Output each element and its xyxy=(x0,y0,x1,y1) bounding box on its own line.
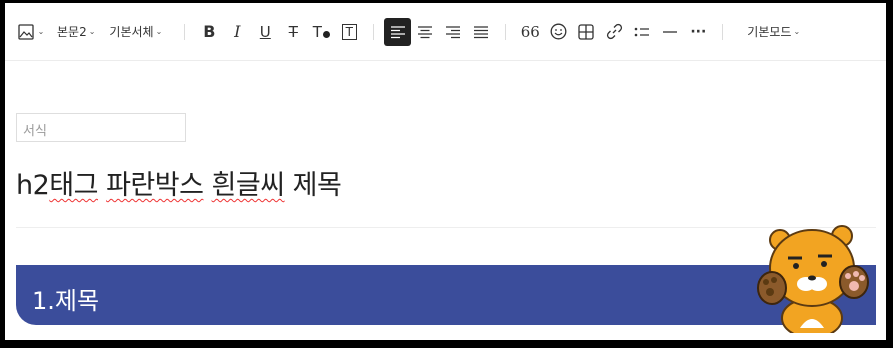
table-button[interactable] xyxy=(572,18,600,46)
heading-text[interactable]: h2태그 파란박스 흰글씨 제목 xyxy=(16,163,342,202)
link-icon xyxy=(606,23,622,40)
font-family-dropdown[interactable]: 기본서체 ⌄ xyxy=(109,18,162,46)
heading-prefix: h2 xyxy=(16,170,50,201)
lion-character-sticker xyxy=(757,225,869,333)
text-color-button[interactable]: T xyxy=(307,18,335,46)
editor-mode-label: 기본모드 xyxy=(747,25,792,39)
chevron-down-icon: ⌄ xyxy=(37,27,45,36)
chevron-down-icon: ⌄ xyxy=(88,27,96,36)
editor-toolbar: ⌄ 본문2 ⌄ 기본서체 ⌄ B I U T T T 66 ··· 기본모드 ⌄ xyxy=(5,3,886,61)
toolbar-divider xyxy=(373,23,375,40)
smiley-icon xyxy=(550,23,567,40)
chevron-down-icon: ⌄ xyxy=(155,27,163,36)
bullet-list-icon xyxy=(634,27,650,36)
quote-button[interactable]: 66 xyxy=(516,18,544,46)
align-center-button[interactable] xyxy=(411,18,439,46)
heading-word: 제목 xyxy=(292,170,342,201)
heading-word: 태그 xyxy=(49,170,98,201)
align-right-icon xyxy=(446,25,461,38)
blue-title-box[interactable]: 1.제목 xyxy=(16,265,876,325)
emoji-button[interactable] xyxy=(544,18,572,46)
paragraph-style-label: 본문2 xyxy=(57,25,87,39)
list-button[interactable] xyxy=(628,18,656,46)
paragraph-style-dropdown[interactable]: 본문2 ⌄ xyxy=(57,18,95,46)
bold-button[interactable]: B xyxy=(195,18,223,46)
toolbar-divider xyxy=(722,23,724,40)
align-left-icon xyxy=(390,25,405,38)
more-button[interactable]: ··· xyxy=(684,18,712,46)
text-color-label: T xyxy=(312,22,322,41)
blue-box-title: 1.제목 xyxy=(32,287,100,315)
heading-word: 파란박스 xyxy=(106,170,204,201)
chevron-down-icon: ⌄ xyxy=(793,27,801,36)
align-justify-button[interactable] xyxy=(467,18,495,46)
underline-button[interactable]: U xyxy=(251,18,279,46)
editor-panel: ⌄ 본문2 ⌄ 기본서체 ⌄ B I U T T T 66 ··· 기본모드 ⌄… xyxy=(5,3,886,340)
link-button[interactable] xyxy=(600,18,628,46)
table-icon xyxy=(578,23,594,40)
window-frame: ⌄ 본문2 ⌄ 기본서체 ⌄ B I U T T T 66 ··· 기본모드 ⌄… xyxy=(0,0,893,348)
image-icon xyxy=(17,23,34,40)
text-background-label: T xyxy=(341,23,357,40)
strikethrough-button[interactable]: T xyxy=(279,18,307,46)
heading-word: 흰글씨 xyxy=(211,170,286,201)
horizontal-line-button[interactable] xyxy=(656,18,684,46)
color-dot-icon xyxy=(322,31,330,38)
format-input[interactable]: 서식 xyxy=(16,113,186,142)
align-justify-icon xyxy=(474,25,489,38)
align-left-button[interactable] xyxy=(384,17,412,46)
editor-mode-dropdown[interactable]: 기본모드 ⌄ xyxy=(747,18,800,46)
section-divider xyxy=(16,227,876,228)
insert-image-button[interactable]: ⌄ xyxy=(17,18,45,46)
horizontal-rule-icon xyxy=(663,30,678,33)
toolbar-divider xyxy=(505,23,507,40)
toolbar-divider xyxy=(184,23,186,40)
italic-button[interactable]: I xyxy=(223,18,251,46)
text-background-button[interactable]: T xyxy=(335,18,363,46)
align-right-button[interactable] xyxy=(439,18,467,46)
font-family-label: 기본서체 xyxy=(109,25,154,39)
align-center-icon xyxy=(418,25,433,38)
